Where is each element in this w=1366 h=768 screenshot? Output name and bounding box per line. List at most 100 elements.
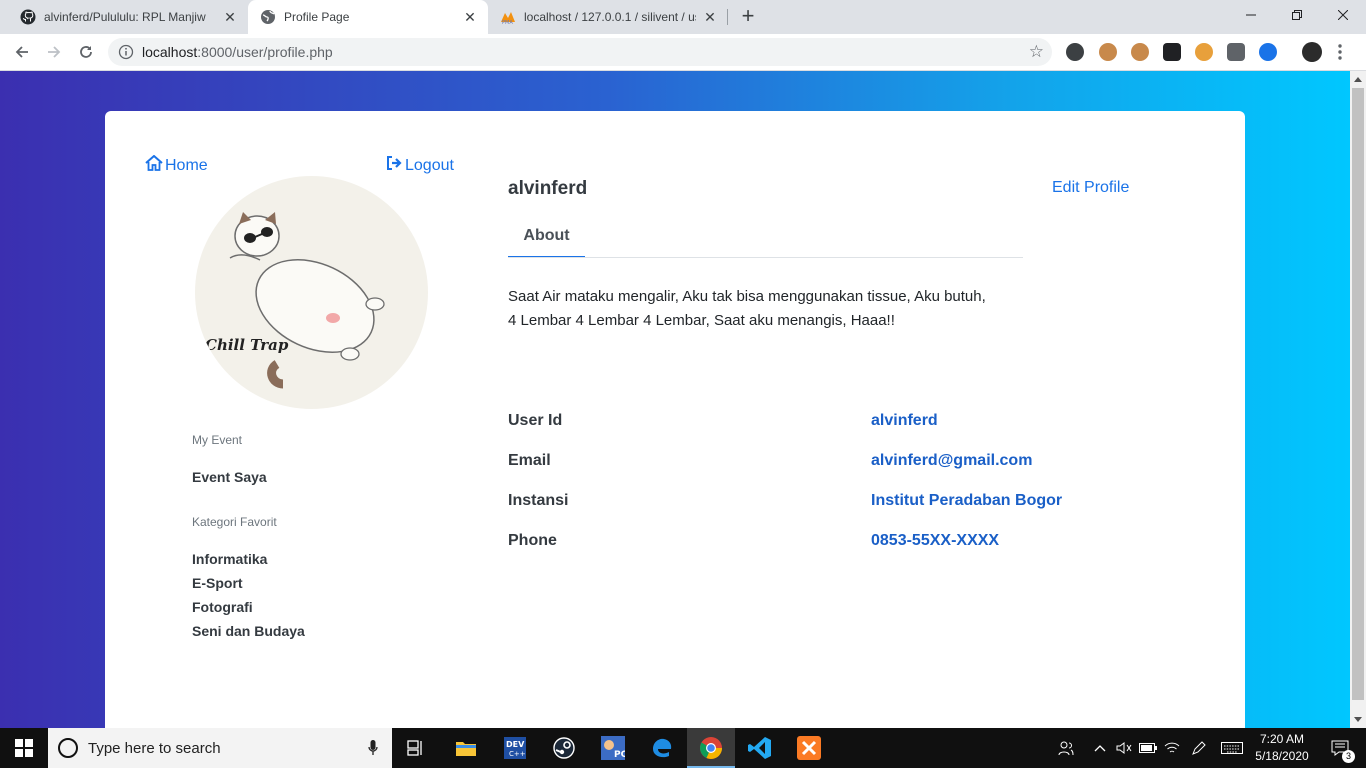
task-view-icon[interactable] [392, 728, 440, 768]
close-window-button[interactable] [1320, 0, 1366, 30]
avatar-caption: Chill Trap [205, 336, 289, 354]
logout-link[interactable]: Logout [386, 155, 454, 176]
about-text: Saat Air mataku mengalir, Aku tak bisa m… [508, 285, 1028, 333]
extension-cookie-icon[interactable] [1099, 43, 1117, 61]
email-value: alvinferd@gmail.com [871, 452, 1033, 469]
windows-taskbar: Type here to search DEV C++ PC 7:20 AM 5… [0, 728, 1366, 768]
profile-avatar-image: Chill Trap [195, 176, 428, 409]
forward-button[interactable] [40, 38, 68, 66]
wifi-icon[interactable] [1162, 728, 1182, 768]
globe-icon [260, 9, 276, 25]
home-link[interactable]: Home [145, 154, 208, 176]
keyboard-icon[interactable] [1218, 728, 1246, 768]
pen-ink-icon[interactable] [1188, 728, 1210, 768]
clock-date: 5/18/2020 [1255, 749, 1309, 763]
event-saya-link[interactable]: Event Saya [192, 469, 267, 485]
home-icon [145, 154, 163, 176]
svg-text:PMA: PMA [502, 20, 513, 25]
xampp-icon[interactable] [785, 728, 833, 768]
menu-kebab-icon[interactable] [1338, 44, 1342, 60]
tab-title: localhost / 127.0.0.1 / silivent / us [524, 10, 696, 24]
home-label: Home [165, 156, 208, 174]
clock-time: 7:20 AM [1259, 732, 1305, 746]
close-tab-icon[interactable]: ✕ [222, 9, 238, 25]
user-id-label: User Id [508, 412, 563, 429]
start-button[interactable] [0, 728, 48, 768]
vscode-icon[interactable] [736, 728, 784, 768]
edge-icon[interactable] [638, 728, 686, 768]
action-center-icon[interactable]: 3 [1320, 728, 1360, 768]
url-host: localhost [142, 44, 198, 60]
extension-cookie-icon[interactable] [1131, 43, 1149, 61]
user-id-value: alvinferd [871, 412, 938, 429]
category-item: Fotografi [192, 599, 253, 615]
show-hidden-icons-chevron-icon[interactable] [1090, 728, 1110, 768]
tab-about[interactable]: About [508, 225, 585, 258]
close-tab-icon[interactable]: ✕ [462, 9, 478, 25]
steam-icon[interactable] [540, 728, 588, 768]
tab-separator [727, 9, 728, 25]
notification-badge: 3 [1342, 750, 1355, 763]
search-placeholder: Type here to search [88, 740, 221, 757]
profile-avatar[interactable] [1302, 42, 1322, 62]
taskbar-search[interactable]: Type here to search [48, 728, 392, 768]
new-tab-button[interactable]: + [736, 5, 760, 29]
pcsx-icon[interactable]: PC [589, 728, 637, 768]
scrollbar-thumb[interactable] [1352, 88, 1364, 700]
file-explorer-icon[interactable] [442, 728, 490, 768]
bookmark-star-icon[interactable]: ☆ [1029, 42, 1044, 62]
info-icon[interactable] [118, 44, 134, 60]
system-clock[interactable]: 7:20 AM 5/18/2020 [1250, 731, 1314, 765]
extension-gamepad-icon[interactable] [1163, 43, 1181, 61]
svg-text:C++: C++ [509, 750, 526, 758]
page-background: Home Logout Chill Trap My Event Event Sa… [0, 71, 1350, 728]
github-icon [20, 9, 36, 25]
extension-nl-icon[interactable] [1066, 43, 1084, 61]
browser-tab-strip: alvinferd/Pulululu: RPL Manjiw ✕ Profile… [0, 0, 1366, 34]
back-button[interactable] [8, 38, 36, 66]
microphone-icon[interactable] [368, 740, 378, 756]
instansi-label: Instansi [508, 492, 569, 509]
about-line: Saat Air mataku mengalir, Aku tak bisa m… [508, 288, 986, 305]
page-scrollbar[interactable] [1350, 71, 1366, 728]
browser-toolbar: localhost:8000/user/profile.php ☆ [0, 34, 1366, 71]
battery-icon[interactable] [1138, 728, 1158, 768]
chrome-taskbar-icon[interactable] [687, 728, 735, 768]
svg-text:DEV: DEV [506, 740, 525, 749]
email-label: Email [508, 452, 551, 469]
category-item: E-Sport [192, 575, 243, 591]
about-line: 4 Lembar 4 Lembar 4 Lembar, Saat aku men… [508, 312, 895, 329]
extension-search-icon[interactable] [1259, 43, 1277, 61]
phone-value: 0853-55XX-XXXX [871, 532, 1000, 549]
profile-card: Home Logout Chill Trap My Event Event Sa… [105, 111, 1245, 728]
extension-pineapple-icon[interactable] [1195, 43, 1213, 61]
reload-button[interactable] [72, 38, 100, 66]
logout-icon [386, 155, 403, 176]
category-item: Informatika [192, 551, 268, 567]
devcpp-icon[interactable]: DEV C++ [491, 728, 539, 768]
kategori-favorit-label: Kategori Favorit [192, 515, 277, 529]
cortana-icon [58, 738, 78, 758]
windows-logo-icon [15, 739, 33, 757]
people-icon[interactable] [1054, 728, 1078, 768]
extension-chat-icon[interactable] [1227, 43, 1245, 61]
tab-profile-page[interactable]: Profile Page ✕ [248, 0, 488, 34]
volume-muted-icon[interactable] [1114, 728, 1134, 768]
restore-button[interactable] [1274, 0, 1320, 30]
scroll-up-arrow-icon[interactable] [1354, 77, 1362, 82]
tab-title: alvinferd/Pulululu: RPL Manjiw [44, 10, 206, 24]
address-bar[interactable]: localhost:8000/user/profile.php ☆ [108, 38, 1052, 66]
tab-title: Profile Page [284, 10, 350, 24]
minimize-button[interactable] [1228, 0, 1274, 30]
close-tab-icon[interactable]: ✕ [702, 9, 718, 25]
url-text: localhost:8000/user/profile.php [142, 44, 333, 60]
tab-divider [508, 257, 1023, 258]
edit-profile-button[interactable]: Edit Profile [1052, 179, 1129, 197]
phpmyadmin-icon: PMA [500, 9, 516, 25]
tab-phpmyadmin[interactable]: PMA localhost / 127.0.0.1 / silivent / u… [488, 0, 728, 34]
scroll-down-arrow-icon[interactable] [1354, 717, 1362, 722]
tab-github[interactable]: alvinferd/Pulululu: RPL Manjiw ✕ [8, 0, 248, 34]
phone-label: Phone [508, 532, 557, 549]
svg-text:PC: PC [614, 750, 625, 760]
instansi-value: Institut Peradaban Bogor [871, 492, 1063, 509]
